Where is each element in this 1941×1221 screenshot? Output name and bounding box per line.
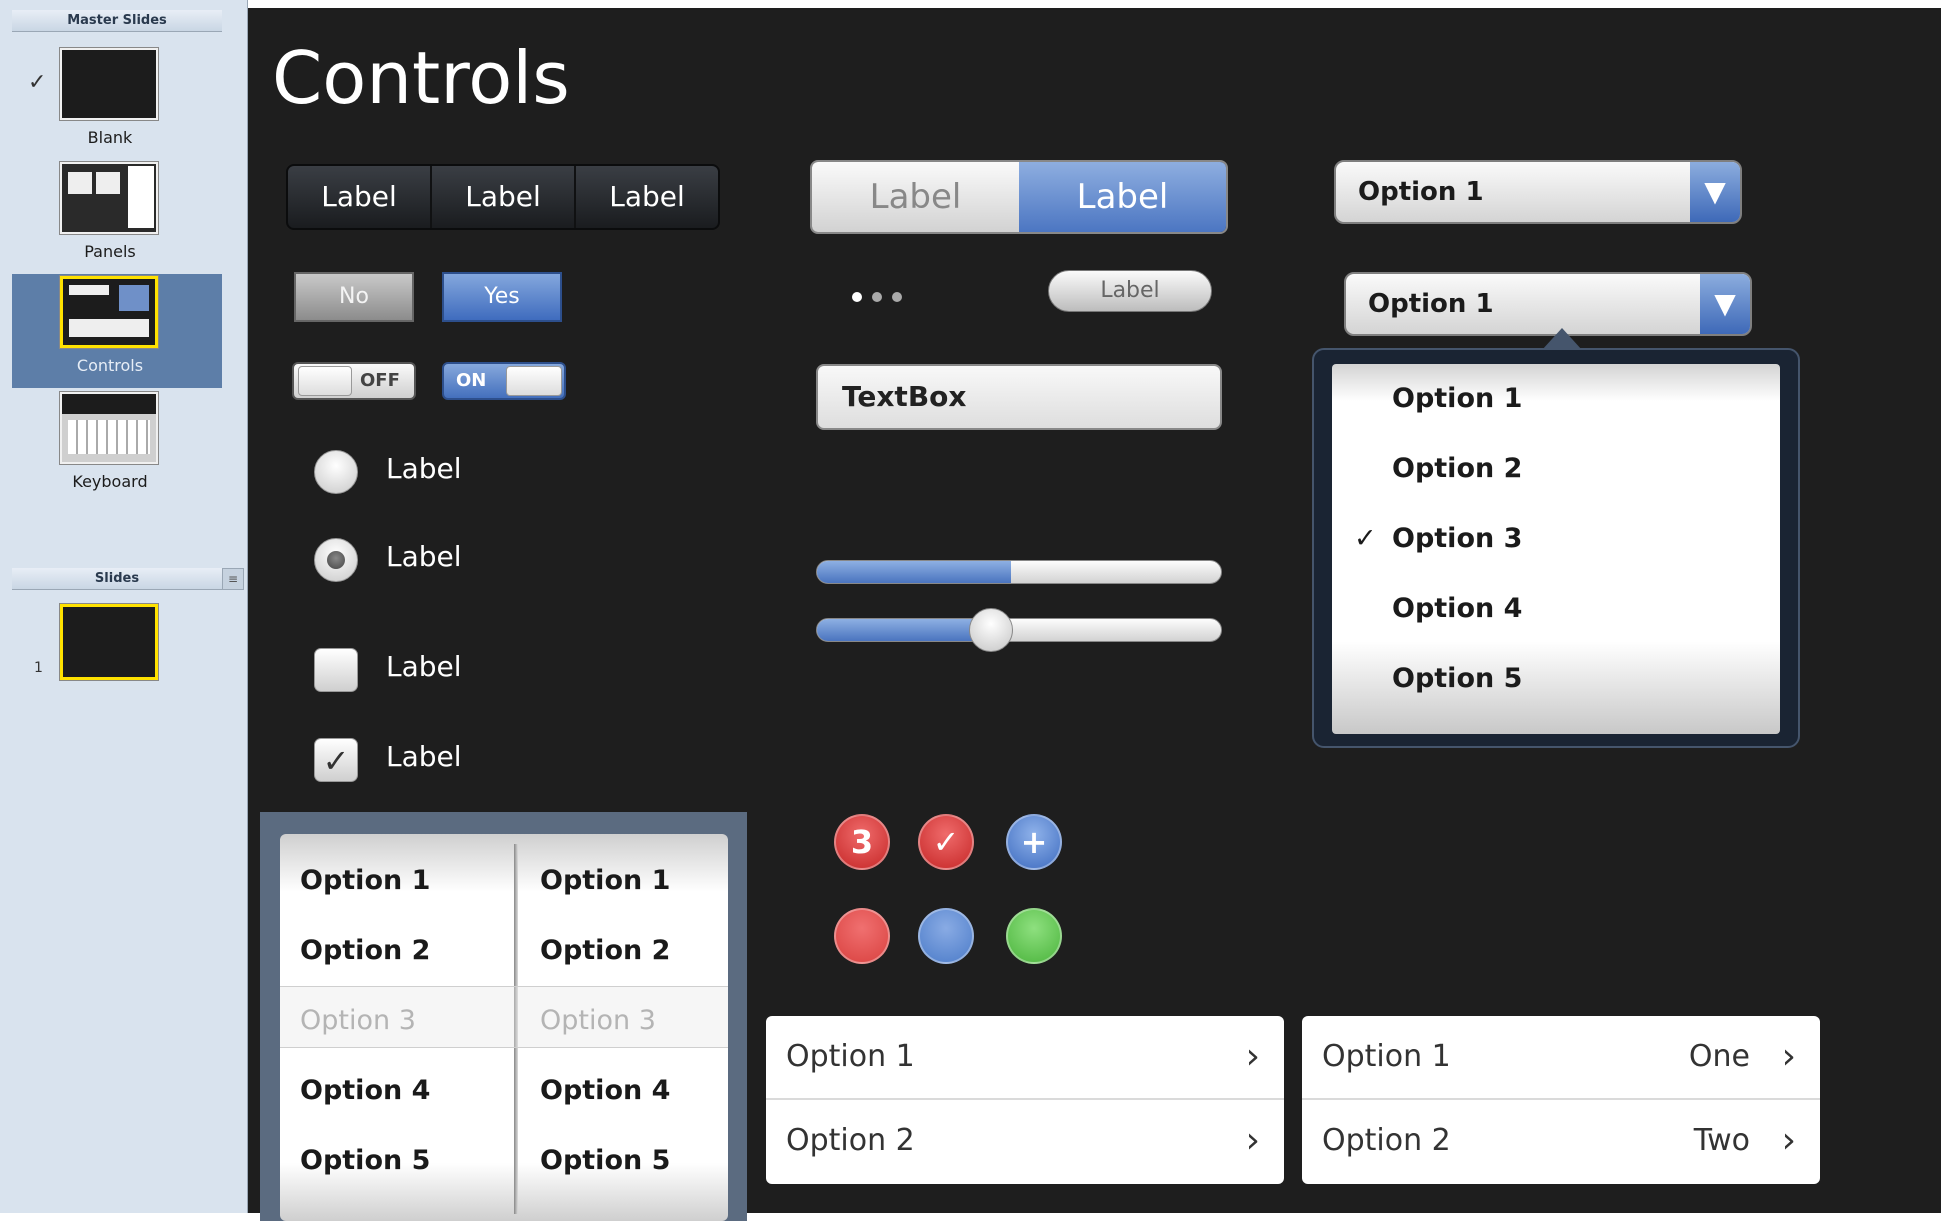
picker-wheel[interactable]: Option 1 Option 2 Option 3 Option 4 Opti… <box>280 834 728 1221</box>
picker-option[interactable]: Option 5 <box>280 1126 512 1196</box>
dropdown-arrow-icon[interactable]: ▼ <box>1690 162 1740 222</box>
slider-thumb[interactable] <box>968 608 1013 652</box>
master-label-panels: Panels <box>84 242 136 261</box>
pill-button[interactable]: Label <box>1048 270 1212 312</box>
check-badge-icon[interactable]: ✓ <box>918 814 974 870</box>
picker-option[interactable]: Option 4 <box>280 1056 512 1126</box>
dropdown-options-list: Option 1 Option 2 ✓ Option 3 Option 4 Opt… <box>1332 364 1780 734</box>
segment-button[interactable]: Label <box>288 166 432 228</box>
checkmark-icon: ✓ <box>322 742 350 780</box>
dropdown-value: Option 1 <box>1368 289 1494 319</box>
dropdown-value: Option 1 <box>1358 177 1484 207</box>
table-row[interactable]: Option 2 › <box>766 1100 1284 1182</box>
page-dot[interactable] <box>872 292 882 302</box>
slide-number: 1 <box>34 660 43 676</box>
checkbox-checked[interactable]: ✓ <box>314 738 358 782</box>
dropdown[interactable]: Option 1 ▼ <box>1334 160 1742 224</box>
progress-fill <box>817 561 1011 583</box>
master-thumb-controls[interactable] <box>60 276 158 348</box>
check-icon: ✓ <box>28 70 47 95</box>
toggle-off[interactable]: OFF <box>292 362 416 400</box>
table-row[interactable]: Option 2 Two › <box>1302 1100 1820 1182</box>
dropdown-option-selected[interactable]: ✓ Option 3 <box>1332 504 1780 574</box>
text-field[interactable]: TextBox <box>816 364 1222 430</box>
page-title: Controls <box>272 36 570 120</box>
red-status-dot[interactable] <box>834 908 890 964</box>
picker-option[interactable]: Option 2 <box>520 916 728 986</box>
table-list: Option 1 › Option 2 › <box>766 1016 1284 1184</box>
segment-button[interactable]: Label <box>576 166 718 228</box>
slide-canvas: Controls Label Label Label No Yes OFF ON… <box>248 8 1941 1221</box>
slider-fill <box>817 619 991 641</box>
segment-button-selected[interactable]: Label <box>1019 162 1226 232</box>
master-label-keyboard: Keyboard <box>72 472 148 491</box>
sidebar: Master Slides ✓ Blank Panels Controls Ke… <box>0 0 248 1213</box>
toggle-on[interactable]: ON <box>442 362 566 400</box>
blue-status-dot[interactable] <box>918 908 974 964</box>
badge-count[interactable]: 3 <box>834 814 890 870</box>
chevron-right-icon: › <box>1245 1120 1260 1161</box>
chevron-right-icon: › <box>1781 1120 1796 1161</box>
radio-label: Label <box>386 452 462 485</box>
master-thumb-panels[interactable] <box>60 162 158 234</box>
no-button[interactable]: No <box>294 272 414 322</box>
picker-selection-band <box>280 986 728 1048</box>
dropdown-option[interactable]: Option 2 <box>1332 434 1780 504</box>
segment-button[interactable]: Label <box>812 162 1019 232</box>
toggle-on-label: ON <box>456 370 487 391</box>
add-badge-icon[interactable]: + <box>1006 814 1062 870</box>
dropdown-popover: Option 1 Option 2 ✓ Option 3 Option 4 Opt… <box>1312 348 1800 748</box>
table-row[interactable]: Option 1 › <box>766 1016 1284 1100</box>
dropdown-open[interactable]: Option 1 ▼ <box>1344 272 1752 336</box>
page-dot[interactable] <box>892 292 902 302</box>
page-control[interactable] <box>852 292 902 302</box>
chevron-right-icon: › <box>1245 1036 1260 1077</box>
dropdown-arrow-icon[interactable]: ▼ <box>1700 274 1750 334</box>
checkmark-icon: ✓ <box>1354 523 1377 554</box>
dark-segmented-control: Label Label Label <box>286 164 720 230</box>
chevron-right-icon: › <box>1781 1036 1796 1077</box>
popover-arrow <box>1542 328 1582 350</box>
picker-option[interactable]: Option 1 <box>520 846 728 916</box>
picker-option[interactable]: Option 4 <box>520 1056 728 1126</box>
yes-button[interactable]: Yes <box>442 272 562 322</box>
dropdown-option[interactable]: Option 4 <box>1332 574 1780 644</box>
segment-button[interactable]: Label <box>432 166 576 228</box>
table-row[interactable]: Option 1 One › <box>1302 1016 1820 1100</box>
page-dot-active[interactable] <box>852 292 862 302</box>
dropdown-option[interactable]: Option 5 <box>1332 644 1780 714</box>
slide-thumb-1[interactable] <box>60 604 158 680</box>
master-label-controls: Controls <box>76 356 144 375</box>
light-segmented-control: Label Label <box>810 160 1228 234</box>
progress-bar <box>816 560 1222 584</box>
master-label-blank: Blank <box>87 128 133 147</box>
collapse-icon[interactable]: ≡ <box>222 568 244 590</box>
green-status-dot[interactable] <box>1006 908 1062 964</box>
radio-label: Label <box>386 540 462 573</box>
radio-button-selected[interactable] <box>314 538 358 582</box>
checkbox-label: Label <box>386 650 462 683</box>
toggle-off-label: OFF <box>360 370 400 391</box>
checkbox[interactable] <box>314 648 358 692</box>
master-thumb-blank[interactable] <box>60 48 158 120</box>
picker-option[interactable]: Option 2 <box>280 916 512 986</box>
slides-header: Slides <box>12 568 222 590</box>
checkbox-label: Label <box>386 740 462 773</box>
master-thumb-keyboard[interactable] <box>60 392 158 464</box>
picker-option[interactable]: Option 1 <box>280 846 512 916</box>
master-slides-header: Master Slides <box>12 10 222 32</box>
picker-option[interactable]: Option 5 <box>520 1126 728 1196</box>
dropdown-option[interactable]: Option 1 <box>1332 364 1780 434</box>
table-list-detail: Option 1 One › Option 2 Two › <box>1302 1016 1820 1184</box>
slider-track[interactable] <box>816 618 1222 642</box>
radio-button[interactable] <box>314 450 358 494</box>
